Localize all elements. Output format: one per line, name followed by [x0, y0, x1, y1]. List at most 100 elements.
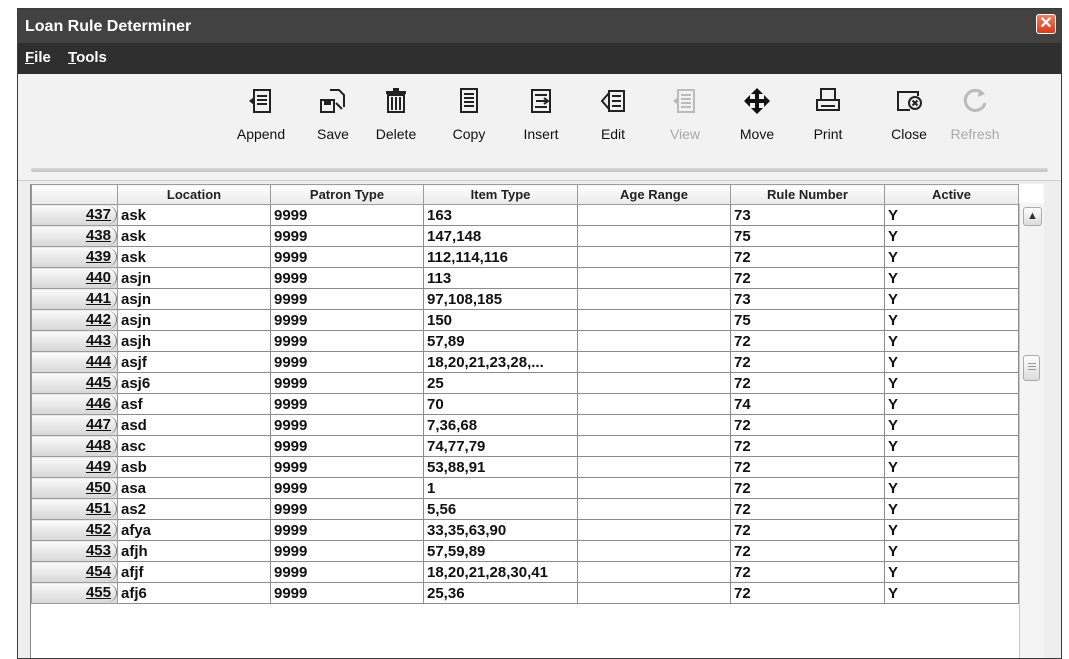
patron-type-cell[interactable]: 9999: [270, 225, 424, 247]
patron-type-cell[interactable]: 9999: [270, 267, 424, 289]
age-range-cell[interactable]: [577, 246, 731, 268]
item-type-cell[interactable]: 97,108,185: [423, 288, 578, 310]
active-cell[interactable]: Y: [884, 561, 1019, 583]
location-cell[interactable]: afj6: [117, 582, 271, 604]
patron-type-cell[interactable]: 9999: [270, 288, 424, 310]
active-cell[interactable]: Y: [884, 246, 1019, 268]
patron-type-cell[interactable]: 9999: [270, 204, 424, 226]
edit-button[interactable]: Edit: [580, 86, 646, 156]
table-row[interactable]: 446 asf 9999 70 74 Y: [31, 393, 1019, 415]
age-range-cell[interactable]: [577, 267, 731, 289]
age-range-cell[interactable]: [577, 204, 731, 226]
row-number-button[interactable]: 447: [31, 414, 118, 436]
rule-number-cell[interactable]: 72: [730, 498, 885, 520]
active-cell[interactable]: Y: [884, 372, 1019, 394]
row-number-button[interactable]: 449: [31, 456, 118, 478]
table-row[interactable]: 447 asd 9999 7,36,68 72 Y: [31, 414, 1019, 436]
item-type-cell[interactable]: 112,114,116: [423, 246, 578, 268]
age-range-cell[interactable]: [577, 372, 731, 394]
rule-number-cell[interactable]: 72: [730, 456, 885, 478]
active-cell[interactable]: Y: [884, 393, 1019, 415]
item-type-cell[interactable]: 25: [423, 372, 578, 394]
table-row[interactable]: 442 asjn 9999 150 75 Y: [31, 309, 1019, 331]
table-row[interactable]: 455 afj6 9999 25,36 72 Y: [31, 582, 1019, 604]
location-cell[interactable]: asjn: [117, 309, 271, 331]
rule-number-cell[interactable]: 72: [730, 267, 885, 289]
rule-number-cell[interactable]: 73: [730, 288, 885, 310]
item-type-cell[interactable]: 33,35,63,90: [423, 519, 578, 541]
age-range-cell[interactable]: [577, 498, 731, 520]
row-number-button[interactable]: 437: [31, 204, 118, 226]
menu-file[interactable]: File: [25, 49, 51, 66]
column-header-age-range[interactable]: Age Range: [577, 184, 731, 205]
row-number-button[interactable]: 444: [31, 351, 118, 373]
active-cell[interactable]: Y: [884, 477, 1019, 499]
location-cell[interactable]: asb: [117, 456, 271, 478]
patron-type-cell[interactable]: 9999: [270, 246, 424, 268]
row-number-button[interactable]: 453: [31, 540, 118, 562]
patron-type-cell[interactable]: 9999: [270, 561, 424, 583]
item-type-cell[interactable]: 57,89: [423, 330, 578, 352]
age-range-cell[interactable]: [577, 288, 731, 310]
print-button[interactable]: Print: [795, 86, 861, 156]
rule-number-cell[interactable]: 75: [730, 225, 885, 247]
active-cell[interactable]: Y: [884, 330, 1019, 352]
row-number-button[interactable]: 441: [31, 288, 118, 310]
location-cell[interactable]: afya: [117, 519, 271, 541]
location-cell[interactable]: asj6: [117, 372, 271, 394]
patron-type-cell[interactable]: 9999: [270, 309, 424, 331]
menu-tools[interactable]: Tools: [68, 49, 107, 66]
patron-type-cell[interactable]: 9999: [270, 540, 424, 562]
table-row[interactable]: 451 as2 9999 5,56 72 Y: [31, 498, 1019, 520]
active-cell[interactable]: Y: [884, 519, 1019, 541]
copy-button[interactable]: Copy: [436, 86, 502, 156]
age-range-cell[interactable]: [577, 414, 731, 436]
location-cell[interactable]: afjh: [117, 540, 271, 562]
table-row[interactable]: 450 asa 9999 1 72 Y: [31, 477, 1019, 499]
age-range-cell[interactable]: [577, 330, 731, 352]
patron-type-cell[interactable]: 9999: [270, 351, 424, 373]
age-range-cell[interactable]: [577, 582, 731, 604]
rule-number-cell[interactable]: 72: [730, 414, 885, 436]
age-range-cell[interactable]: [577, 456, 731, 478]
move-button[interactable]: Move: [724, 86, 790, 156]
item-type-cell[interactable]: 163: [423, 204, 578, 226]
active-cell[interactable]: Y: [884, 456, 1019, 478]
item-type-cell[interactable]: 53,88,91: [423, 456, 578, 478]
patron-type-cell[interactable]: 9999: [270, 435, 424, 457]
column-header-rule-number[interactable]: Rule Number: [730, 184, 885, 205]
table-row[interactable]: 440 asjn 9999 113 72 Y: [31, 267, 1019, 289]
location-cell[interactable]: as2: [117, 498, 271, 520]
table-row[interactable]: 441 asjn 9999 97,108,185 73 Y: [31, 288, 1019, 310]
row-number-button[interactable]: 451: [31, 498, 118, 520]
rule-number-cell[interactable]: 72: [730, 246, 885, 268]
location-cell[interactable]: asc: [117, 435, 271, 457]
row-number-button[interactable]: 439: [31, 246, 118, 268]
active-cell[interactable]: Y: [884, 204, 1019, 226]
delete-button[interactable]: Delete: [363, 86, 429, 156]
age-range-cell[interactable]: [577, 540, 731, 562]
table-row[interactable]: 444 asjf 9999 18,20,21,23,28,... 72 Y: [31, 351, 1019, 373]
active-cell[interactable]: Y: [884, 582, 1019, 604]
table-row[interactable]: 443 asjh 9999 57,89 72 Y: [31, 330, 1019, 352]
age-range-cell[interactable]: [577, 351, 731, 373]
patron-type-cell[interactable]: 9999: [270, 414, 424, 436]
patron-type-cell[interactable]: 9999: [270, 519, 424, 541]
location-cell[interactable]: asjh: [117, 330, 271, 352]
window-close-button[interactable]: ✕: [1036, 14, 1056, 34]
row-number-button[interactable]: 446: [31, 393, 118, 415]
view-button[interactable]: View: [652, 86, 718, 156]
rule-number-cell[interactable]: 72: [730, 435, 885, 457]
rule-number-cell[interactable]: 72: [730, 519, 885, 541]
rule-number-cell[interactable]: 74: [730, 393, 885, 415]
item-type-cell[interactable]: 18,20,21,23,28,...: [423, 351, 578, 373]
rule-number-cell[interactable]: 73: [730, 204, 885, 226]
column-header-item-type[interactable]: Item Type: [423, 184, 578, 205]
column-header-location[interactable]: Location: [117, 184, 271, 205]
age-range-cell[interactable]: [577, 519, 731, 541]
item-type-cell[interactable]: 1: [423, 477, 578, 499]
rule-number-cell[interactable]: 72: [730, 582, 885, 604]
item-type-cell[interactable]: 25,36: [423, 582, 578, 604]
rule-number-cell[interactable]: 72: [730, 372, 885, 394]
age-range-cell[interactable]: [577, 225, 731, 247]
